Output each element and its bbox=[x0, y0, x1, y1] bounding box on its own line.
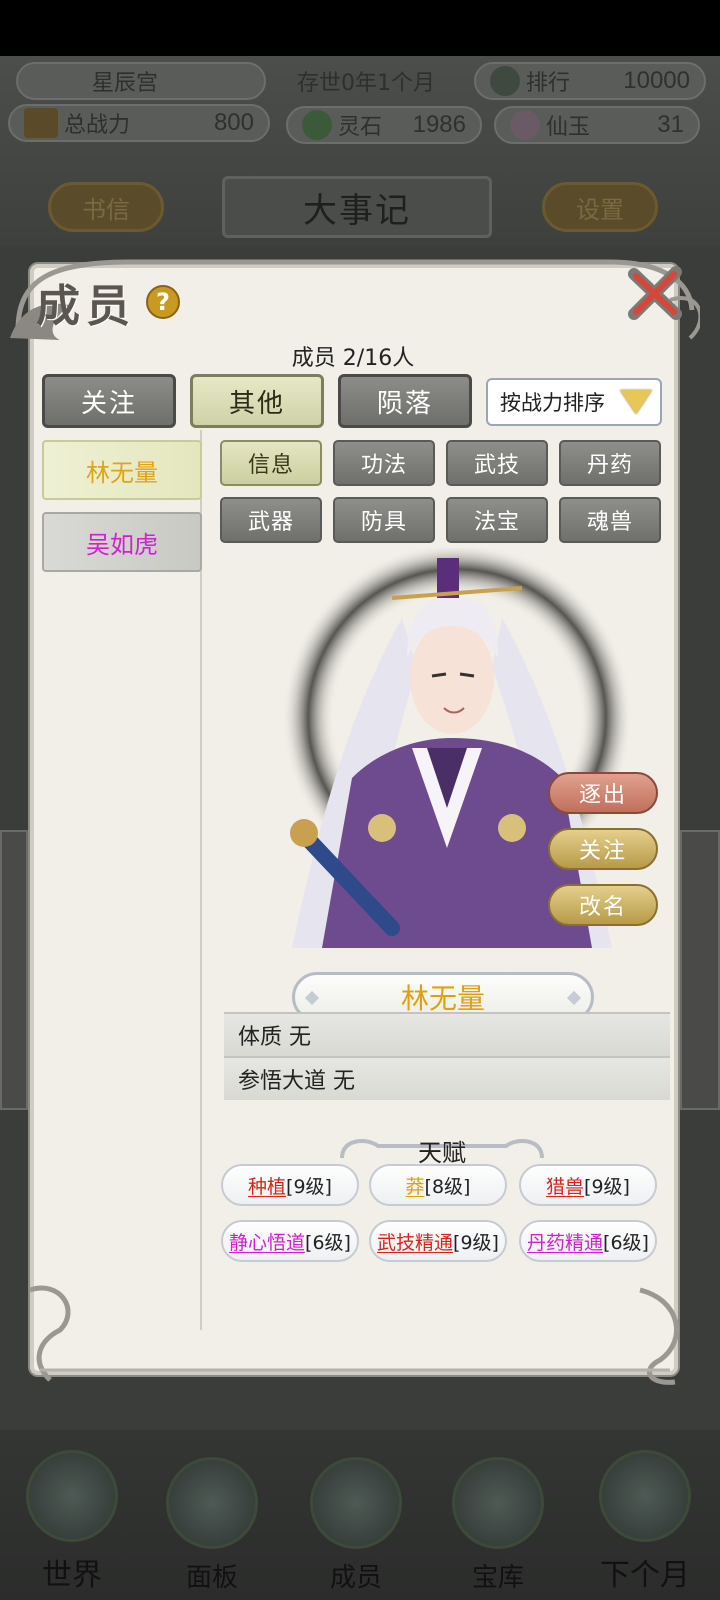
nav-panel-label: 面板 bbox=[185, 1563, 238, 1593]
panel-icon bbox=[166, 1457, 258, 1549]
nav-member-label: 成员 bbox=[329, 1563, 382, 1593]
character-name: 林无量 bbox=[400, 982, 485, 1015]
tab-fallen[interactable]: 陨落 bbox=[338, 374, 472, 428]
talent-name: 武技精通 bbox=[377, 1231, 454, 1254]
background-card-right bbox=[680, 830, 720, 1110]
help-icon[interactable]: ? bbox=[146, 285, 180, 319]
member-list: 林无量 吴如虎 bbox=[40, 430, 202, 1330]
subtab-armor[interactable]: 防具 bbox=[333, 497, 435, 543]
nav-member[interactable]: 成员 bbox=[296, 1440, 416, 1600]
spirit-stone-label: 灵石 bbox=[338, 115, 383, 140]
rank-pill: 排行 10000 bbox=[474, 62, 706, 100]
rank-value: 10000 bbox=[623, 67, 690, 94]
constitution-row: 体质 无 bbox=[224, 1012, 670, 1056]
spirit-stone-icon bbox=[302, 110, 332, 140]
nav-treasury-label: 宝库 bbox=[471, 1563, 524, 1593]
diamond-ornament-icon bbox=[304, 990, 320, 1006]
sort-label: 按战力排序 bbox=[500, 391, 605, 415]
tab-follow[interactable]: 关注 bbox=[42, 374, 176, 428]
background-card-left bbox=[0, 830, 28, 1110]
talent-level: [9级] bbox=[286, 1175, 332, 1198]
subtab-pills[interactable]: 丹药 bbox=[559, 440, 661, 486]
immortal-jade-value: 31 bbox=[657, 111, 684, 138]
dialog-header: 成员 ? bbox=[36, 272, 180, 332]
nav-panel[interactable]: 面板 bbox=[152, 1440, 272, 1600]
member-icon bbox=[310, 1457, 402, 1549]
talent-badge[interactable]: 静心悟道 [6级] bbox=[221, 1220, 359, 1262]
talent-name: 静心悟道 bbox=[229, 1231, 306, 1254]
talent-name: 丹药精通 bbox=[527, 1231, 604, 1254]
settings-button[interactable]: 设置 bbox=[542, 182, 658, 232]
member-count: 成员 2/16人 bbox=[291, 346, 415, 371]
follow-button[interactable]: 关注 bbox=[548, 828, 658, 870]
diamond-ornament-icon bbox=[566, 990, 582, 1006]
nav-treasury[interactable]: 宝库 bbox=[438, 1440, 558, 1600]
talent-level: [8级] bbox=[424, 1175, 471, 1198]
member-item[interactable]: 吴如虎 bbox=[42, 512, 202, 572]
immortal-jade-pill: 仙玉 31 bbox=[494, 106, 700, 144]
talent-level: [6级] bbox=[305, 1231, 351, 1254]
letters-button[interactable]: 书信 bbox=[48, 182, 164, 232]
cloud-border-bottom bbox=[29, 1285, 679, 1385]
dropdown-triangle-icon bbox=[620, 390, 652, 414]
talent-badge[interactable]: 莽 [8级] bbox=[369, 1164, 507, 1206]
dao-comprehension-row: 参悟大道 无 bbox=[224, 1056, 670, 1100]
subtab-artifact[interactable]: 法宝 bbox=[446, 497, 548, 543]
subtab-info[interactable]: 信息 bbox=[220, 440, 322, 486]
treasury-icon bbox=[452, 1457, 544, 1549]
subtab-soul-beast[interactable]: 魂兽 bbox=[559, 497, 661, 543]
talent-name: 莽 bbox=[405, 1175, 425, 1198]
subtab-technique[interactable]: 功法 bbox=[333, 440, 435, 486]
nav-world[interactable]: 世界 bbox=[12, 1440, 132, 1600]
talent-badge[interactable]: 武技精通 [9级] bbox=[369, 1220, 507, 1262]
talent-badge[interactable]: 种植 [9级] bbox=[221, 1164, 359, 1206]
talent-badge[interactable]: 猎兽 [9级] bbox=[519, 1164, 657, 1206]
rank-label: 排行 bbox=[526, 71, 571, 96]
power-label: 总战力 bbox=[64, 113, 131, 138]
talent-level: [9级] bbox=[584, 1175, 630, 1198]
world-icon bbox=[26, 1450, 118, 1542]
sect-name-pill: 星辰宫 bbox=[16, 62, 266, 100]
expel-button[interactable]: 逐出 bbox=[548, 772, 658, 814]
member-item-selected[interactable]: 林无量 bbox=[42, 440, 202, 500]
talent-name: 种植 bbox=[248, 1175, 287, 1198]
spirit-stone-pill: 灵石 1986 bbox=[286, 106, 482, 144]
time-label: 存世0年1个月 bbox=[297, 71, 435, 96]
talent-name: 猎兽 bbox=[546, 1175, 585, 1198]
close-icon[interactable] bbox=[626, 264, 684, 322]
talent-level: [9级] bbox=[453, 1231, 499, 1254]
tab-other[interactable]: 其他 bbox=[190, 374, 324, 428]
talent-badge[interactable]: 丹药精通 [6级] bbox=[519, 1220, 657, 1262]
subtab-martial-skill[interactable]: 武技 bbox=[446, 440, 548, 486]
status-bar bbox=[0, 0, 720, 56]
immortal-jade-label: 仙玉 bbox=[546, 115, 591, 140]
page-title: 大事记 bbox=[222, 176, 492, 238]
immortal-jade-icon bbox=[510, 110, 540, 140]
power-value: 800 bbox=[213, 109, 254, 136]
talent-level: [6级] bbox=[603, 1231, 649, 1254]
subtab-weapon[interactable]: 武器 bbox=[220, 497, 322, 543]
nav-next-month-label: 下个月 bbox=[600, 1558, 690, 1593]
nav-world-label: 世界 bbox=[42, 1558, 102, 1593]
sort-dropdown[interactable]: 按战力排序 bbox=[486, 378, 662, 426]
nav-next-month[interactable]: 下个月 bbox=[580, 1440, 710, 1600]
rename-button[interactable]: 改名 bbox=[548, 884, 658, 926]
next-month-icon bbox=[599, 1450, 691, 1542]
power-pill: 总战力 800 bbox=[8, 104, 270, 142]
spirit-stone-value: 1986 bbox=[412, 111, 466, 138]
dialog-title: 成员 bbox=[36, 281, 136, 332]
rank-icon bbox=[490, 66, 520, 96]
power-icon bbox=[24, 108, 58, 138]
sect-name: 星辰宫 bbox=[92, 71, 159, 96]
